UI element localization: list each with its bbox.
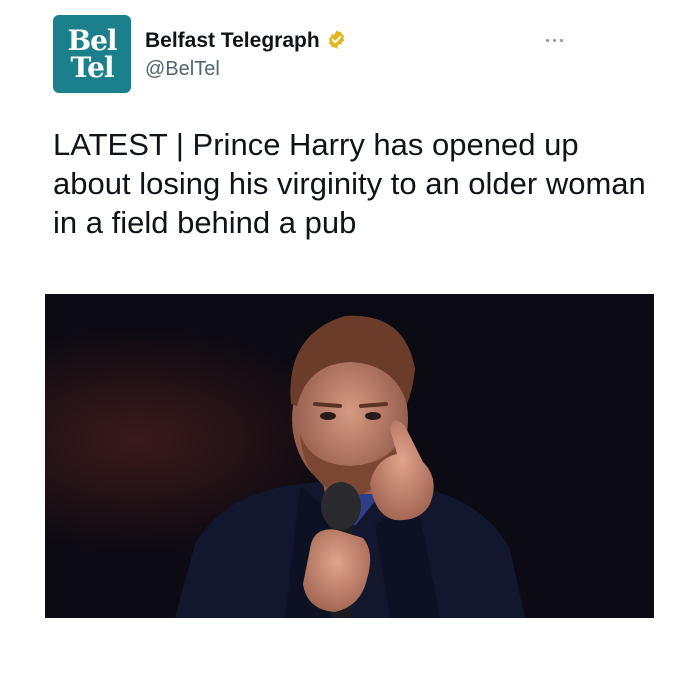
more-options-icon[interactable] [546, 32, 576, 48]
verified-badge-icon [328, 30, 344, 49]
tweet-text: LATEST | Prince Harry has opened up abou… [53, 127, 646, 240]
author-name-row[interactable]: Belfast Telegraph [145, 28, 347, 54]
author-name[interactable]: Belfast Telegraph [145, 29, 320, 52]
tweet-media-photo[interactable] [45, 294, 654, 618]
photo-of-man-speaking-into-microphone-pointing-icon [45, 294, 654, 618]
more-dot [560, 38, 563, 42]
more-dot [546, 38, 549, 42]
avatar[interactable]: Bel Tel [53, 15, 131, 93]
tweet-card[interactable]: Bel Tel Belfast Telegraph @BelTel LATEST… [0, 0, 700, 680]
author-handle[interactable]: @BelTel [145, 57, 220, 81]
avatar-logo-line-2: Tel [70, 51, 114, 84]
more-dot [553, 38, 556, 42]
